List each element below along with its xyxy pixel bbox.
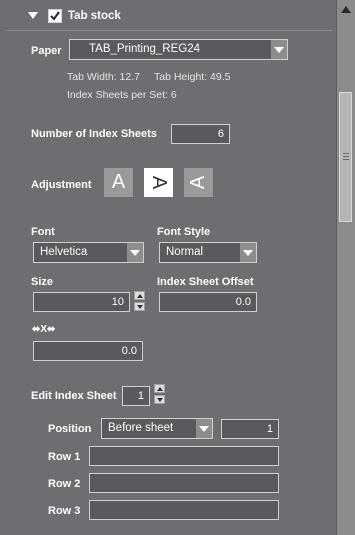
grip-line [343,153,349,154]
tab-stock-panel: Tab stock Paper TAB_Printing_REG24 Tab W… [0,0,336,535]
grip-line [343,156,349,157]
font-label: Font [31,226,55,238]
chevron-down-icon [196,419,212,438]
font-select[interactable]: Helvetica [33,242,144,263]
decrement-icon[interactable] [154,395,165,404]
paper-label: Paper [31,45,62,57]
scrollbar-thumb[interactable] [339,92,352,222]
row-3-label: Row 3 [48,505,81,517]
index-sheet-offset-input[interactable]: 0.0 [159,292,257,312]
position-select[interactable]: Before sheet [101,418,213,439]
size-label: Size [31,276,54,288]
adjustment-rotated-left-button[interactable]: A [184,168,213,197]
chevron-down-icon [240,243,256,262]
paper-value: TAB_Printing_REG24 [89,43,201,55]
row-2-input[interactable] [89,473,279,493]
num-index-sheets-input[interactable]: 6 [171,124,230,144]
paper-select[interactable]: TAB_Printing_REG24 [69,39,288,60]
font-style-select[interactable]: Normal [159,242,257,263]
letter-a-rotated-icon: A [187,175,209,190]
row-1-label: Row 1 [48,451,81,463]
row-3-input[interactable] [89,500,279,520]
x-offset-input[interactable]: 0.0 [33,341,143,361]
horizontal-arrows-icon: ⬌X⬌ [32,324,56,335]
section-title: Tab stock [68,10,121,22]
tab-height-text: Tab Height: 49.5 [154,71,231,83]
adjustment-label: Adjustment [31,179,92,191]
edit-index-sheet-spinner[interactable] [154,384,165,406]
chevron-down-icon [271,40,287,59]
row-2-label: Row 2 [48,478,81,490]
index-sheets-per-set-text: Index Sheets per Set: 6 [67,89,177,101]
scroll-up-icon[interactable] [341,6,351,13]
chevron-down-icon [127,243,143,262]
position-value: Before sheet [108,422,174,434]
adjustment-normal-button[interactable]: A [104,168,133,197]
vertical-scrollbar[interactable] [336,0,355,535]
edit-index-sheet-label: Edit Index Sheet [31,390,117,402]
letter-a-icon: A [111,171,126,193]
tab-stock-checkbox[interactable] [48,9,62,23]
index-sheet-offset-label: Index Sheet Offset [157,276,254,288]
font-style-label: Font Style [157,226,211,238]
size-input[interactable]: 10 [33,292,130,312]
tab-width-text: Tab Width: 12.7 [67,71,140,83]
grip-line [343,159,349,160]
adjustment-rotated-right-button[interactable]: A [144,168,173,197]
position-number-input[interactable]: 1 [221,419,279,439]
checkmark-icon [50,11,60,21]
size-spinner[interactable] [134,291,145,313]
collapse-triangle-icon[interactable] [28,12,38,19]
row-1-input[interactable] [89,446,279,466]
letter-a-rotated-icon: A [148,175,170,190]
edit-index-sheet-input[interactable]: 1 [122,386,150,406]
font-value: Helvetica [40,246,88,258]
font-style-value: Normal [166,246,204,258]
divider [6,30,332,31]
position-label: Position [48,423,92,435]
increment-icon[interactable] [154,384,165,393]
increment-icon[interactable] [134,291,145,300]
num-index-sheets-label: Number of Index Sheets [31,128,157,140]
decrement-icon[interactable] [134,302,145,311]
